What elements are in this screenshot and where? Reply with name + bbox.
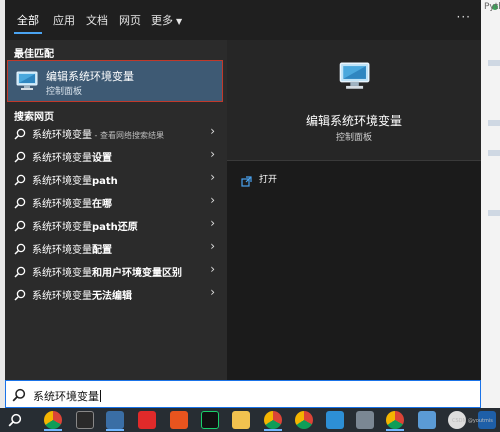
remote-desktop-icon[interactable] — [418, 411, 436, 429]
preview-subtitle: 控制面板 — [335, 133, 372, 143]
tab-apps[interactable]: 应用 — [53, 12, 75, 28]
results-pane: 最佳匹配 编辑系统环境变量 控制面板 搜索网页 系统环境变量 - 查看网络搜索结… — [5, 40, 227, 380]
running-indicator — [264, 429, 282, 431]
web-result-item[interactable]: 系统环境变量无法编辑 › — [5, 282, 227, 304]
web-result-item[interactable]: 系统环境变量和用户环境变量区别 › — [5, 259, 227, 281]
best-match-title: 编辑系统环境变量 — [46, 70, 134, 83]
web-result-text: 系统环境变量 - 查看网络搜索结果 — [32, 130, 164, 141]
search-icon — [14, 125, 26, 144]
background-text: Python 3 — [484, 2, 500, 12]
watermark: CSDN @youtmis — [452, 418, 493, 424]
chevron-down-icon: ▼ — [176, 17, 183, 26]
web-result-text: 系统环境变量在哪 — [32, 199, 112, 210]
chrome-icon[interactable] — [386, 411, 404, 429]
tab-more[interactable]: 更多 ▼ — [151, 12, 182, 28]
web-result-text: 系统环境变量配置 — [32, 245, 112, 256]
divider — [227, 160, 481, 161]
chrome-icon[interactable] — [295, 411, 313, 429]
background-line — [488, 150, 500, 156]
search-flyout: 全部 应用 文档 网页 更多 ▼ ··· 最佳匹配 编辑系统环境变量 控制面板 搜… — [5, 0, 481, 408]
background-line — [488, 210, 500, 216]
tab-documents[interactable]: 文档 — [86, 12, 108, 28]
chevron-right-icon: › — [210, 147, 215, 161]
running-indicator — [44, 429, 62, 431]
web-result-text: 系统环境变量path — [32, 176, 118, 187]
web-result-item[interactable]: 系统环境变量 - 查看网络搜索结果 › — [5, 121, 227, 143]
best-match-heading: 最佳匹配 — [14, 49, 54, 60]
chevron-right-icon: › — [210, 216, 215, 230]
pycharm-icon[interactable] — [201, 411, 219, 429]
web-result-item[interactable]: 系统环境变量设置 › — [5, 144, 227, 166]
search-input[interactable]: 系统环境变量 — [33, 388, 101, 404]
search-icon — [14, 171, 26, 190]
file-explorer-icon[interactable] — [232, 411, 250, 429]
best-match-subtitle: 控制面板 — [46, 87, 83, 97]
tab-all[interactable]: 全部 — [17, 12, 39, 28]
tab-more-label: 更多 — [151, 14, 173, 27]
app-g-icon[interactable] — [76, 411, 94, 429]
chevron-right-icon: › — [210, 239, 215, 253]
web-result-text: 系统环境变量和用户环境变量区别 — [32, 268, 182, 279]
chevron-right-icon: › — [210, 262, 215, 276]
web-result-item[interactable]: 系统环境变量在哪 › — [5, 190, 227, 212]
web-result-item[interactable]: 系统环境变量配置 › — [5, 236, 227, 258]
web-result-text: 系统环境变量path还原 — [32, 222, 138, 233]
chevron-right-icon: › — [210, 170, 215, 184]
more-options-icon[interactable]: ··· — [457, 10, 471, 24]
web-result-text: 系统环境变量设置 — [32, 153, 112, 164]
tab-web[interactable]: 网页 — [119, 12, 141, 28]
chevron-right-icon: › — [210, 285, 215, 299]
open-label: 打开 — [259, 175, 278, 185]
search-icon — [14, 148, 26, 167]
search-icon — [14, 194, 26, 213]
chevron-right-icon: › — [210, 124, 215, 138]
monitor-settings-icon — [339, 60, 373, 96]
web-result-item[interactable]: 系统环境变量path › — [5, 167, 227, 189]
chrome-icon[interactable] — [44, 411, 62, 429]
taskbar — [0, 408, 500, 432]
search-icon — [12, 387, 26, 406]
web-result-item[interactable]: 系统环境变量path还原 › — [5, 213, 227, 235]
open-external-icon — [241, 172, 252, 191]
text-cursor — [100, 390, 101, 402]
mail-icon[interactable] — [356, 411, 374, 429]
search-box[interactable]: 系统环境变量 — [5, 380, 481, 408]
running-indicator — [106, 429, 124, 431]
preview-pane: 编辑系统环境变量 控制面板 打开 — [227, 40, 481, 380]
chrome-icon[interactable] — [264, 411, 282, 429]
search-tabs: 全部 应用 文档 网页 更多 ▼ ··· — [5, 0, 481, 40]
web-result-text: 系统环境变量无法编辑 — [32, 291, 132, 302]
background-line — [488, 120, 500, 126]
search-icon — [14, 217, 26, 236]
search-icon — [14, 263, 26, 282]
background-line — [488, 60, 500, 66]
screen-capture-icon[interactable] — [106, 411, 124, 429]
search-icon — [14, 240, 26, 259]
running-indicator — [386, 429, 404, 431]
chevron-right-icon: › — [210, 193, 215, 207]
active-tab-indicator — [14, 32, 42, 34]
news-icon[interactable] — [138, 411, 156, 429]
monitor-settings-icon — [16, 70, 40, 96]
preview-title: 编辑系统环境变量 — [305, 114, 402, 128]
vscode-icon[interactable] — [326, 411, 344, 429]
office-icon[interactable] — [170, 411, 188, 429]
search-icon[interactable] — [8, 412, 22, 431]
best-match-item[interactable]: 编辑系统环境变量 控制面板 — [7, 60, 223, 102]
search-icon — [14, 286, 26, 305]
